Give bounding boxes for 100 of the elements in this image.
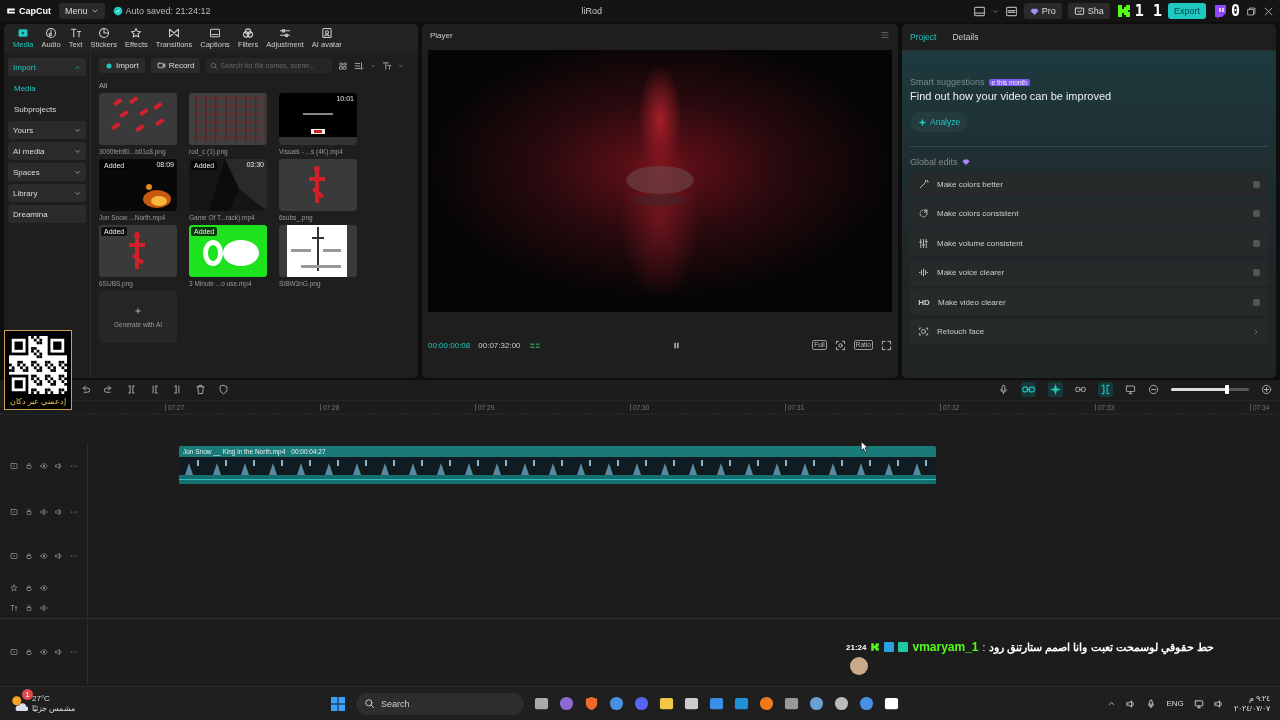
shield-app-icon[interactable] [584, 696, 599, 711]
split-preview-icon[interactable] [1098, 382, 1113, 398]
chat-message: حط حقوقي لوسمحت تعبت وانا اصمم ستارتنق رود [989, 640, 1214, 654]
speaker-icon[interactable] [55, 552, 63, 560]
trim-right-icon[interactable] [172, 384, 183, 396]
app-icon[interactable] [684, 696, 699, 711]
share-button[interactable]: Sha [1067, 3, 1110, 19]
redo-icon[interactable] [103, 384, 114, 396]
layout-icon[interactable] [972, 4, 986, 18]
app-icon[interactable] [784, 696, 799, 711]
record-button[interactable]: Record [150, 58, 201, 73]
menu-icon[interactable] [880, 30, 890, 40]
toggle-indicator[interactable] [1253, 180, 1260, 188]
chevron-up-icon[interactable] [1107, 699, 1117, 708]
toggle-indicator[interactable] [1253, 210, 1260, 217]
microphone-icon[interactable] [1146, 698, 1157, 709]
chevron-down-icon [74, 126, 81, 134]
panel-icon[interactable] [1004, 4, 1018, 18]
export-button[interactable]: Export [1167, 3, 1206, 19]
video-track-icon[interactable] [10, 462, 18, 470]
global-edit-item[interactable]: Make colors better [910, 171, 1268, 197]
round-app-icon[interactable] [609, 696, 624, 711]
analyze-button[interactable]: Analyze [910, 112, 969, 132]
sidebar-item[interactable]: Subprojects [8, 100, 86, 118]
video-track-icon[interactable] [10, 648, 18, 656]
fullscreen-icon[interactable] [881, 339, 892, 351]
eye-icon[interactable] [40, 584, 48, 592]
qr-code-icon [9, 336, 67, 394]
sort-icon[interactable] [354, 60, 365, 71]
toggle-indicator[interactable] [1253, 239, 1260, 247]
global-edit-item[interactable]: Make colors consistent [910, 200, 1268, 227]
search-field[interactable]: Search [356, 692, 524, 715]
zoom-in-icon[interactable] [1261, 384, 1272, 396]
split-icon[interactable] [126, 384, 137, 396]
round-app-icon[interactable] [809, 696, 824, 711]
eye-icon[interactable] [40, 508, 48, 516]
toggle-indicator[interactable] [1253, 269, 1260, 276]
zoom-out-icon[interactable] [1148, 384, 1159, 396]
lock-icon[interactable] [25, 604, 33, 612]
pro-button[interactable]: Pro [1023, 3, 1062, 19]
round-app-icon[interactable] [759, 696, 774, 711]
undo-icon[interactable] [80, 384, 91, 396]
shield-icon[interactable] [218, 384, 229, 396]
volume-icon[interactable] [1213, 698, 1224, 709]
sidebar-item[interactable]: AI media [8, 142, 86, 160]
sidebar-item[interactable]: Spaces [8, 163, 86, 181]
lock-icon[interactable] [25, 584, 33, 592]
import-button[interactable]: Import [99, 58, 145, 73]
eye-icon[interactable] [40, 462, 48, 470]
speaker-icon[interactable] [55, 462, 63, 470]
link-icon[interactable] [1021, 382, 1036, 398]
app-icon[interactable] [534, 696, 549, 711]
eye-icon[interactable] [40, 648, 48, 656]
trim-left-icon[interactable] [149, 384, 160, 396]
global-edit-item[interactable]: Make volume consistent [910, 230, 1268, 256]
zoom-slider[interactable] [1171, 388, 1249, 392]
round-app-icon[interactable] [559, 696, 574, 711]
delete-icon[interactable] [195, 384, 206, 396]
speaker-icon[interactable] [1126, 698, 1137, 709]
video-track-icon[interactable] [10, 508, 18, 516]
round-app-icon[interactable] [859, 696, 874, 711]
lock-icon[interactable] [25, 648, 33, 656]
global-edit-item[interactable]: Make voice clearer [910, 259, 1268, 286]
sidebar-item[interactable]: Import [8, 58, 86, 76]
eye-icon[interactable] [40, 604, 48, 612]
video-track-icon[interactable] [10, 552, 18, 560]
speaker-icon[interactable] [55, 648, 63, 656]
caret-icon[interactable] [991, 7, 999, 15]
sidebar-item[interactable]: Media [8, 79, 86, 97]
eye-icon[interactable] [40, 552, 48, 560]
language-indicator[interactable]: ENG [1166, 699, 1184, 708]
lock-icon[interactable] [25, 462, 33, 470]
toggle-indicator[interactable] [1253, 298, 1260, 306]
sidebar-item[interactable]: Dreamina [8, 205, 86, 223]
speaker-icon[interactable] [55, 508, 63, 516]
lock-icon[interactable] [25, 552, 33, 560]
global-edit-item[interactable]: HD Make video clearer [910, 289, 1268, 315]
focus-icon[interactable] [834, 339, 846, 351]
menu-button[interactable]: Menu [59, 3, 105, 19]
text-icon[interactable] [10, 604, 18, 612]
round-app-icon[interactable] [834, 696, 849, 711]
star-icon[interactable] [10, 584, 18, 592]
panel-tab[interactable]: Details [952, 32, 979, 42]
sidebar-item[interactable]: Yours [8, 121, 86, 139]
lock-icon[interactable] [25, 508, 33, 516]
close-icon[interactable] [1263, 5, 1274, 17]
network-icon[interactable] [1193, 698, 1204, 709]
monitor-icon[interactable] [1125, 384, 1136, 396]
view-icon[interactable] [338, 60, 349, 71]
panel-tab[interactable]: Project [910, 32, 937, 42]
windows-logo-icon[interactable] [330, 695, 346, 712]
microphone-icon[interactable] [998, 384, 1009, 396]
global-edit-item[interactable]: Retouch face [910, 318, 1268, 345]
restore-icon[interactable] [1246, 5, 1257, 17]
app-icon[interactable] [884, 696, 899, 711]
current-time: 00:00:00:08 [428, 340, 471, 350]
app-icon[interactable] [659, 696, 674, 711]
filter-icon[interactable] [382, 60, 393, 71]
round-app-icon[interactable] [634, 696, 649, 711]
sidebar-item[interactable]: Library [8, 184, 86, 202]
